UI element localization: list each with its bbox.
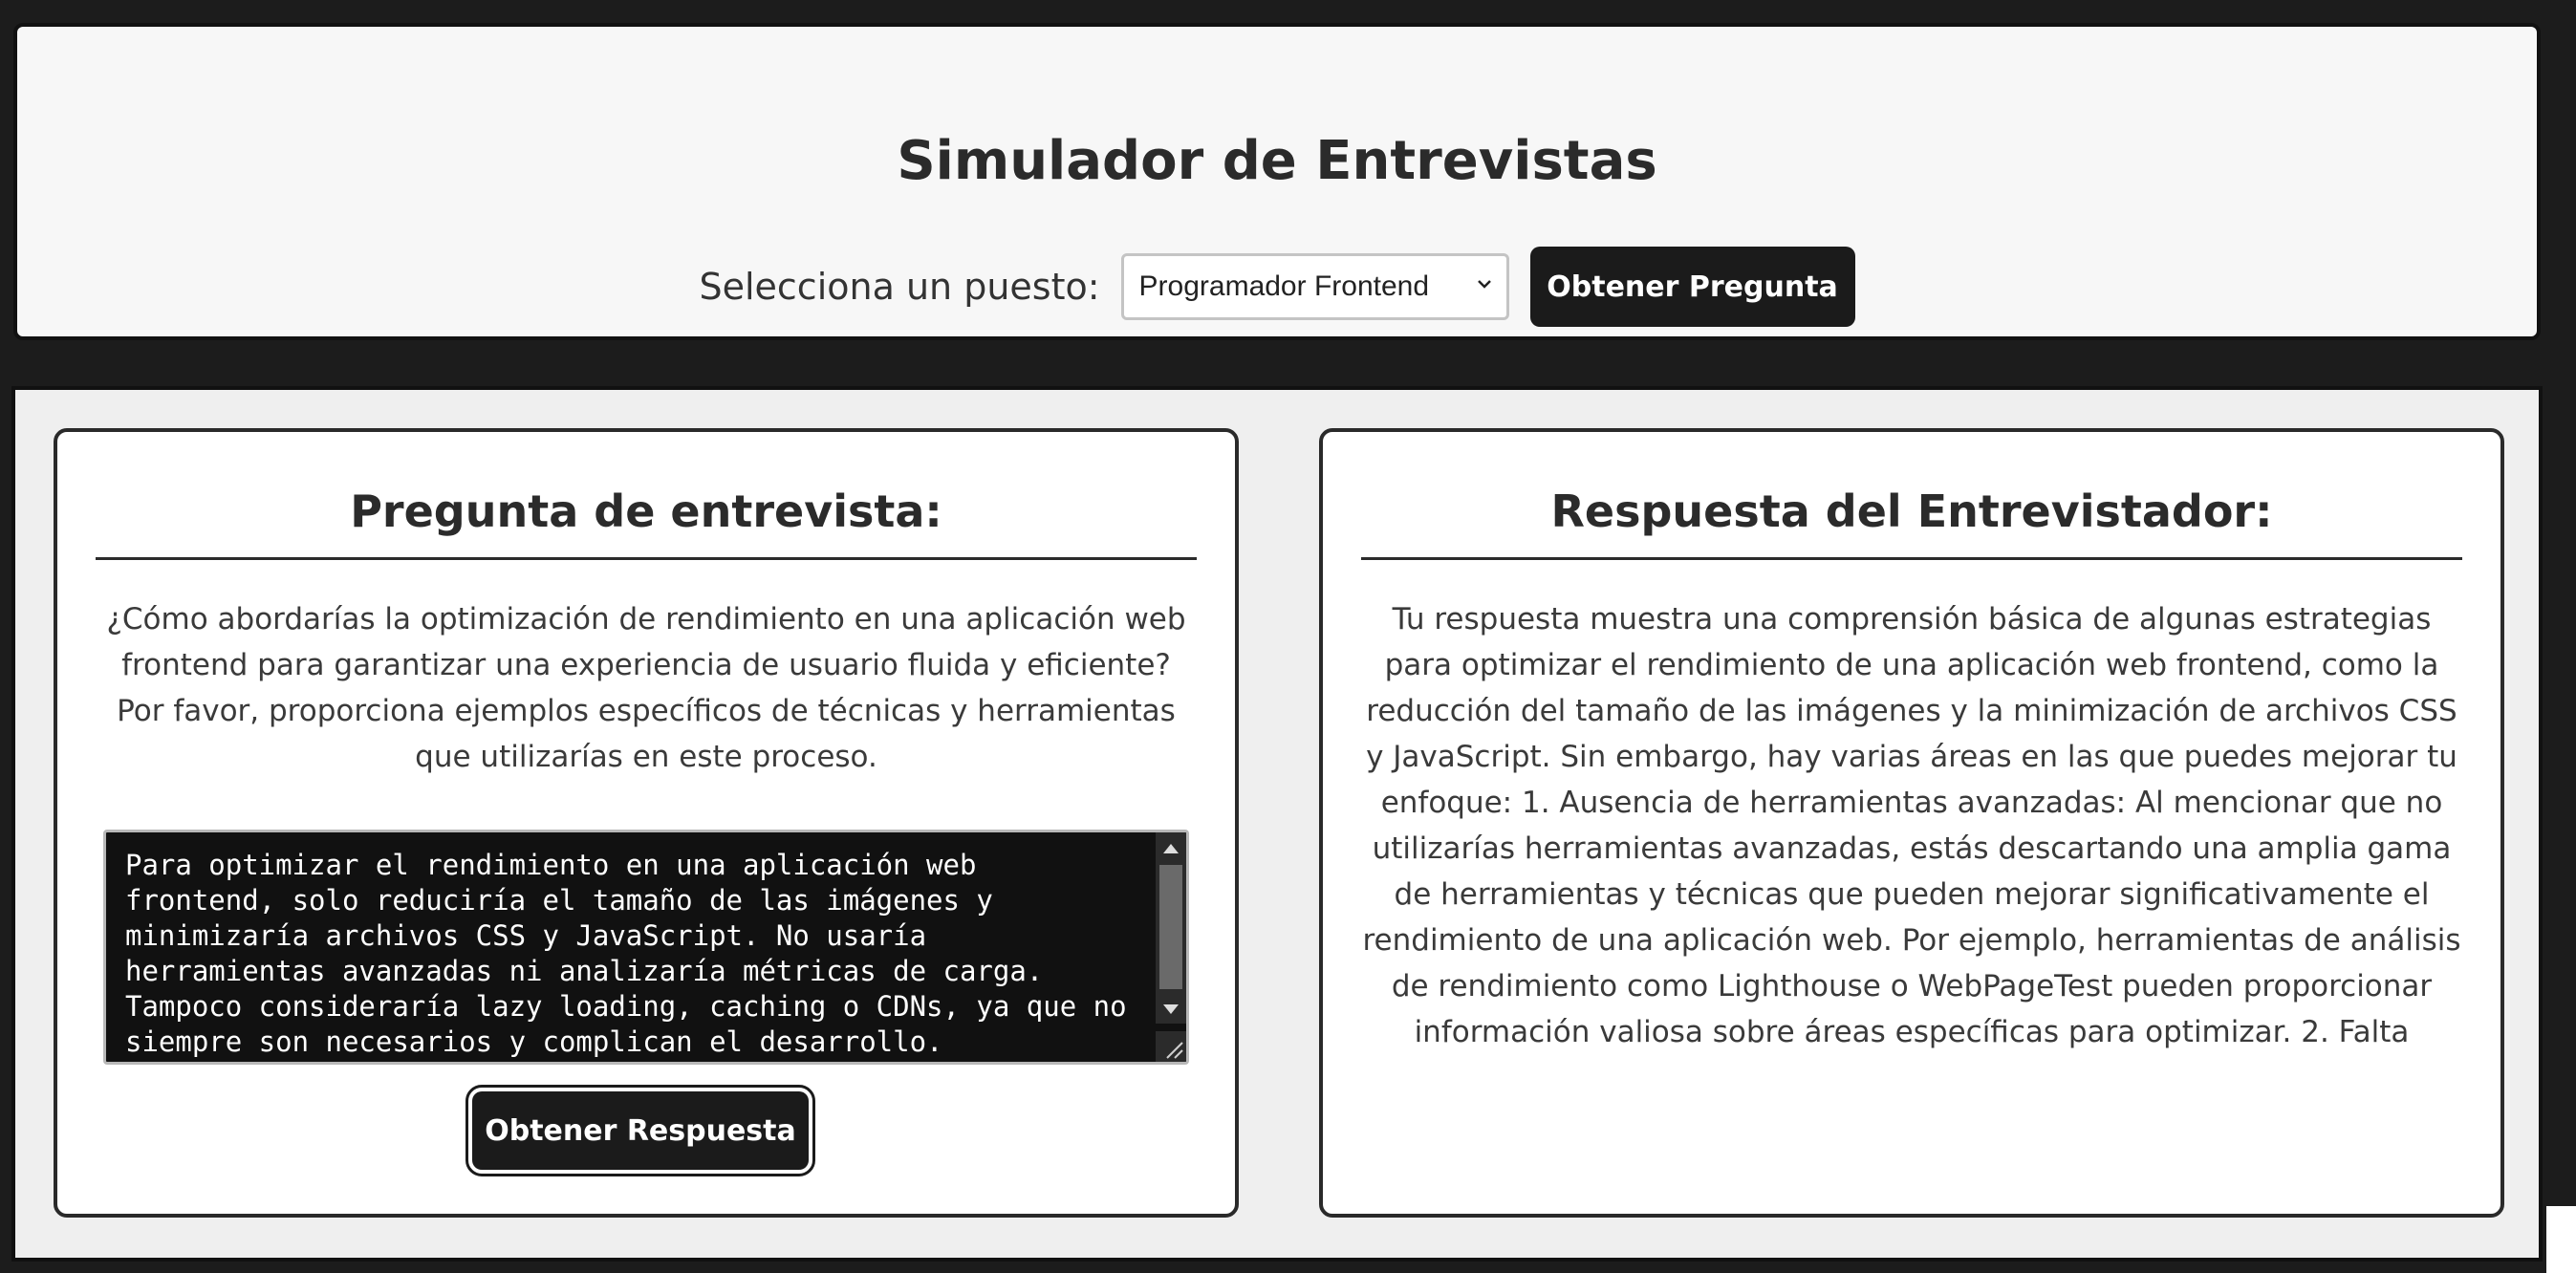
interviewer-feedback: Tu respuesta muestra una comprensión bás… — [1362, 602, 2461, 1049]
chevron-down-icon — [1477, 280, 1491, 289]
feedback-card: Respuesta del Entrevistador: Tu respuest… — [1319, 428, 2504, 1218]
answer-scrollbar[interactable] — [1156, 832, 1186, 1024]
position-select-label: Selecciona un puesto: — [699, 266, 1100, 308]
scroll-up-arrow-icon[interactable] — [1163, 844, 1179, 853]
header-panel: Simulador de Entrevistas Selecciona un p… — [13, 23, 2541, 340]
edge-gap — [2546, 1206, 2576, 1273]
position-select-value: Programador Frontend — [1138, 270, 1430, 302]
get-answer-button[interactable]: Obtener Respuesta — [465, 1085, 815, 1176]
interview-question: ¿Cómo abordarías la optimización de rend… — [106, 602, 1186, 774]
answer-textarea[interactable]: Para optimizar el rendimiento en una apl… — [103, 830, 1189, 1065]
main-panel: Pregunta de entrevista: ¿Cómo abordarías… — [11, 386, 2543, 1262]
app-title: Simulador de Entrevistas — [897, 130, 1657, 192]
feedback-card-title: Respuesta del Entrevistador: — [1361, 478, 2462, 560]
position-select[interactable]: Programador Frontend — [1120, 253, 1509, 320]
get-question-button[interactable]: Obtener Pregunta — [1529, 247, 1855, 327]
scroll-thumb[interactable] — [1159, 865, 1182, 989]
position-controls: Selecciona un puesto: Programador Fronte… — [17, 247, 2537, 327]
question-card-title: Pregunta de entrevista: — [96, 478, 1197, 560]
scroll-down-arrow-icon[interactable] — [1163, 1004, 1179, 1014]
resize-grip-icon[interactable] — [1156, 1031, 1186, 1062]
question-card: Pregunta de entrevista: ¿Cómo abordarías… — [54, 428, 1239, 1218]
answer-textarea-value: Para optimizar el rendimiento en una apl… — [125, 849, 1144, 1058]
